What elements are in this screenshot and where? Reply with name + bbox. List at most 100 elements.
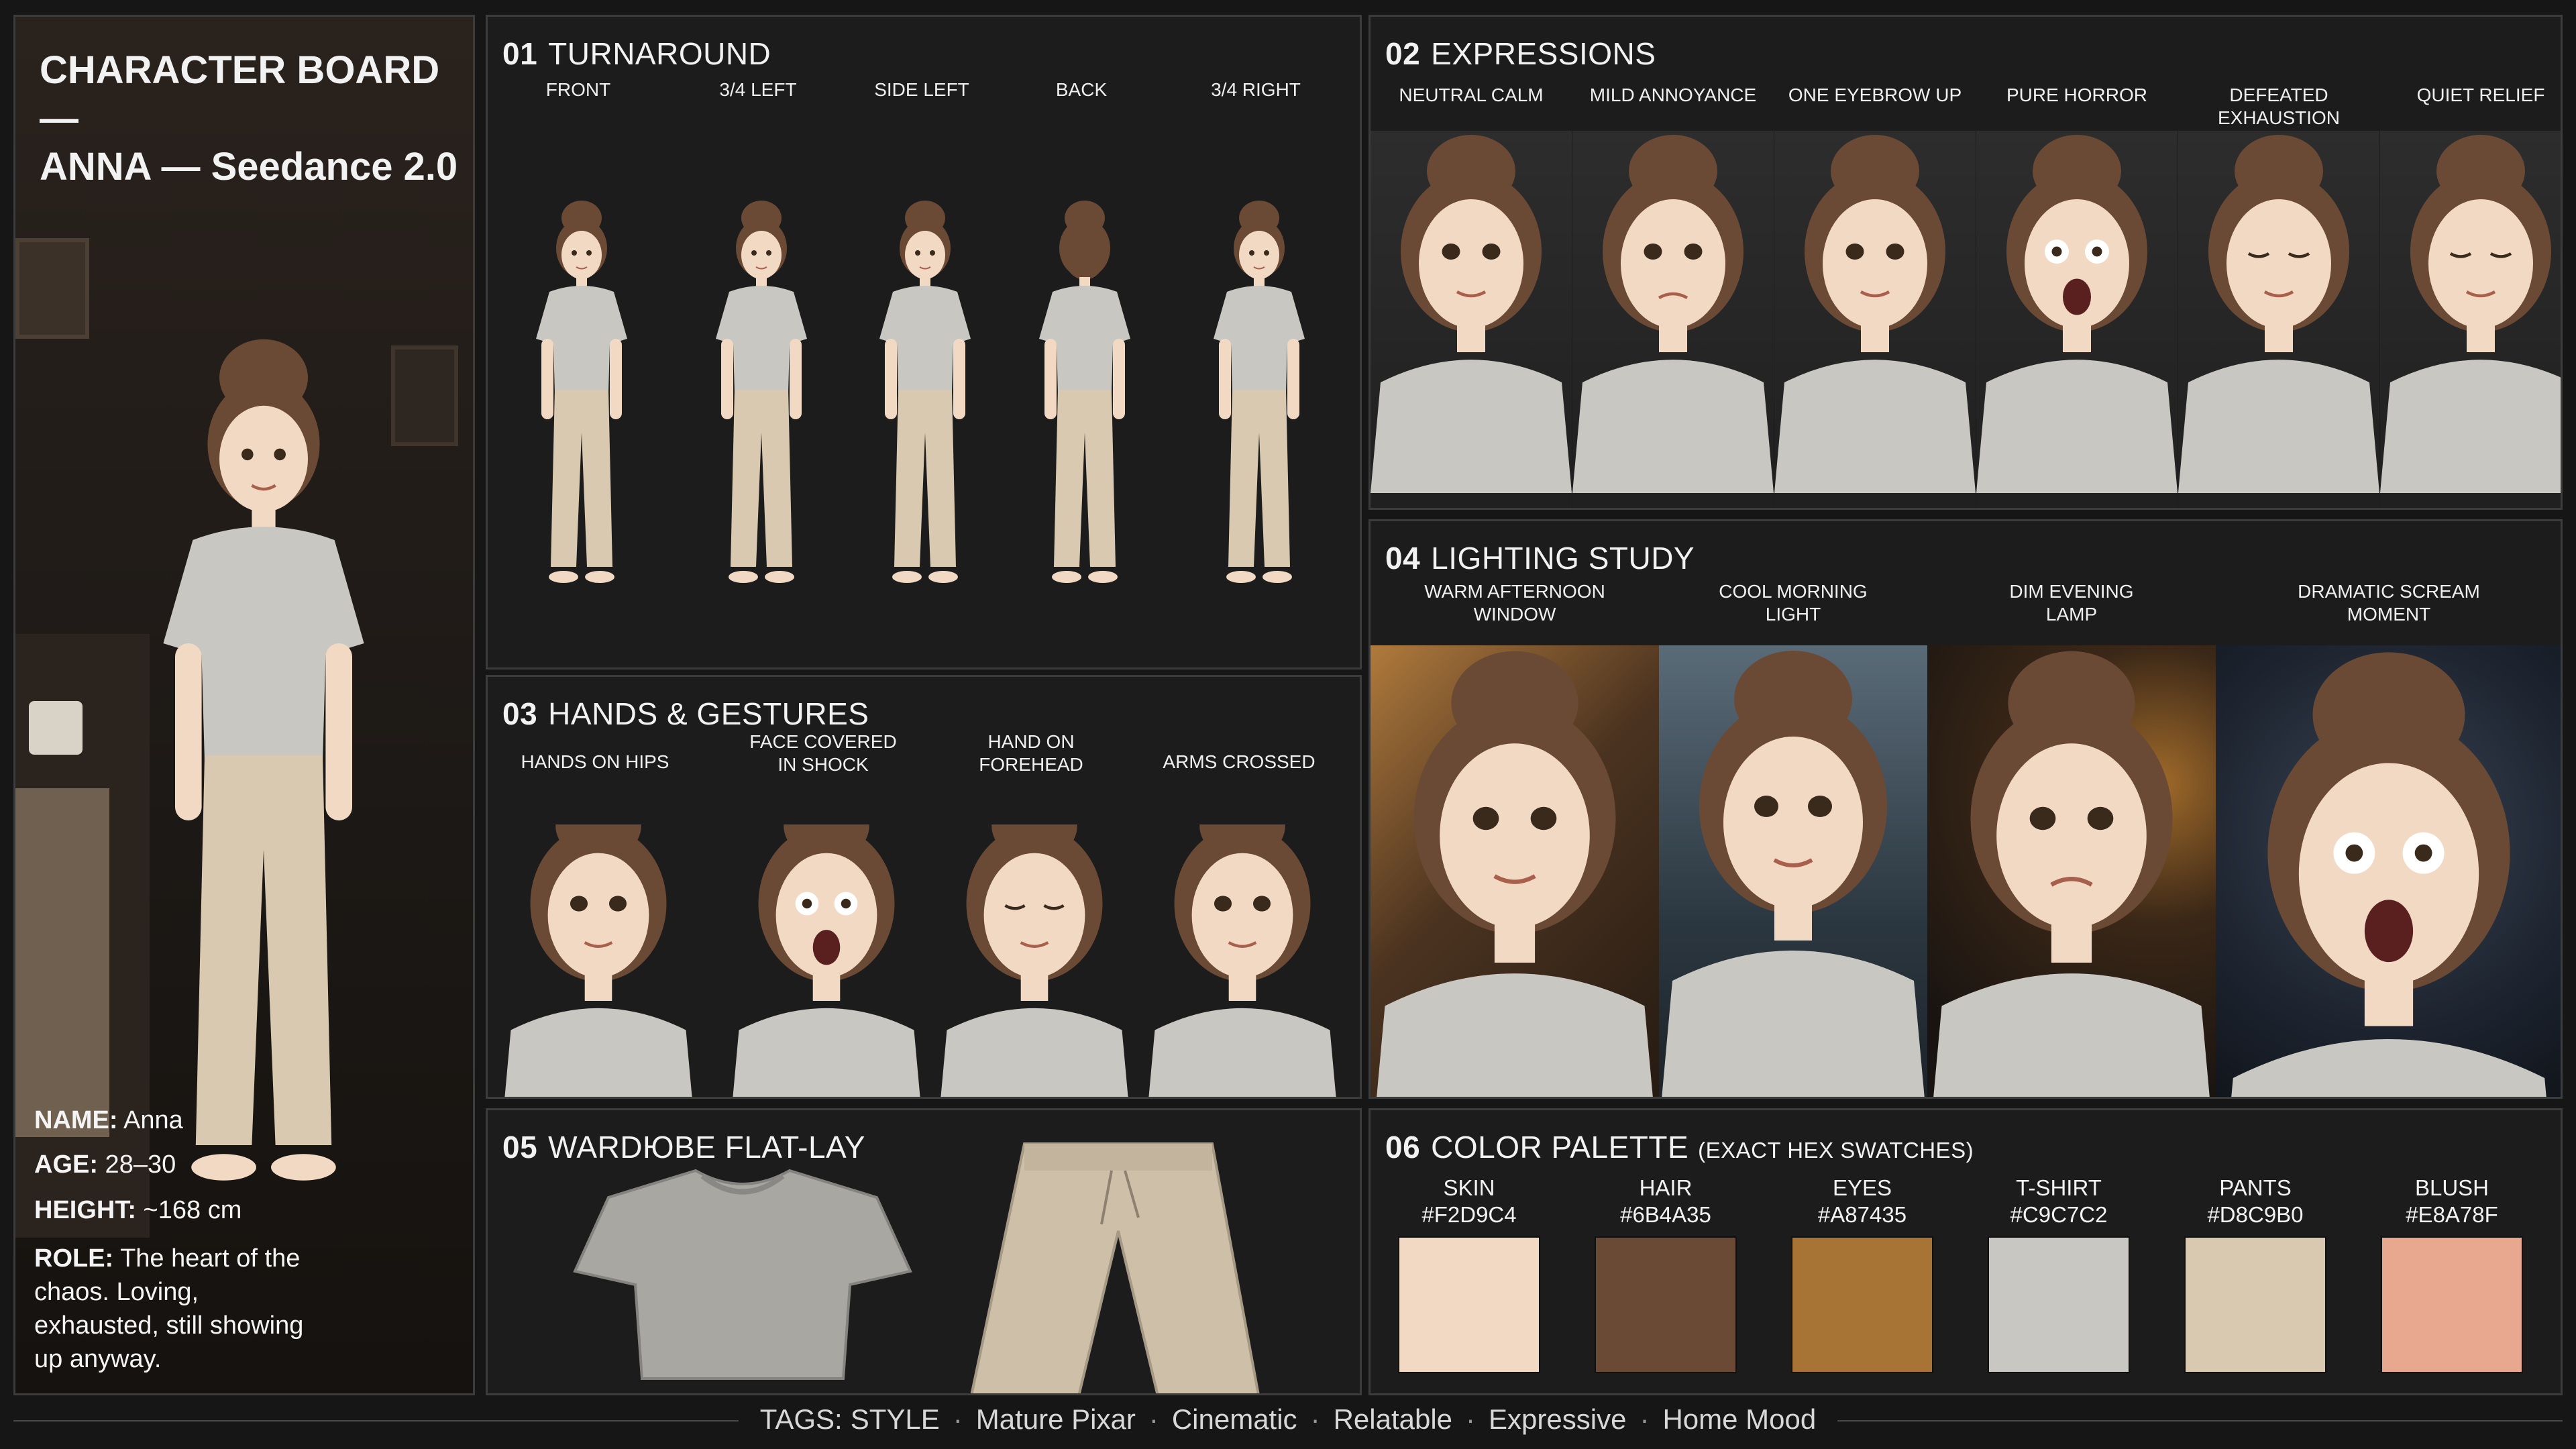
turnaround-label: FRONT (545, 79, 611, 100)
turnaround-label: SIDE LEFT (874, 79, 969, 100)
wardrobe-panel: 05 WARDЮBE FLAT-LAY (486, 1108, 1362, 1395)
pants-flatlay (944, 1130, 1293, 1393)
tag-separator: · (1640, 1403, 1650, 1435)
color-swatch (1398, 1236, 1540, 1373)
swatch-label: BLUSH #E8A78F (2365, 1175, 2539, 1228)
bio-line: ROLE: The heart of the chaos. Loving, ex… (34, 1242, 309, 1376)
gesture-label: HANDS ON HIPS (521, 751, 669, 772)
turnaround-figure (515, 117, 649, 667)
expression-label: DEFEATED EXHAUSTION (2217, 85, 2341, 128)
turnaround-figure (858, 117, 992, 667)
expression-portrait (1572, 131, 1774, 508)
swatch-hex: #D8C9B0 (2207, 1202, 2304, 1227)
panel-title: TURNAROUND (548, 36, 771, 71)
color-swatch (2184, 1236, 2326, 1373)
turnaround-figure (1018, 117, 1152, 667)
blanket (15, 788, 109, 1137)
lighting-portrait (1371, 645, 1659, 1097)
gesture-figure (1145, 824, 1340, 1097)
tag-separator: · (1148, 1403, 1159, 1435)
color-swatch (1791, 1236, 1933, 1373)
turnaround-figure (1192, 117, 1326, 667)
panel-number: 06 (1385, 1130, 1421, 1165)
swatch-name: HAIR (1639, 1175, 1693, 1200)
expression-portrait (1774, 131, 1976, 508)
swatch-name: SKIN (1443, 1175, 1495, 1200)
hands-gestures-panel: 03 HANDS & GESTURES HANDS ON HIPS FACE CO… (486, 675, 1362, 1099)
lighting-label: DIM EVENING LAMP (2009, 581, 2134, 625)
lighting-label: DRAMATIC SCREAM MOMENT (2298, 581, 2480, 625)
expression-label: ONE EYEBROW UP (1788, 85, 1962, 105)
swatch-label: T-SHIRT #C9C7C2 (1972, 1175, 2146, 1228)
panel-number: 02 (1385, 36, 1421, 71)
lighting-label: COOL MORNING LIGHT (1719, 581, 1868, 625)
swatch-name: EYES (1832, 1175, 1892, 1200)
lighting-portrait (1927, 645, 2216, 1097)
bio-key: NAME: (34, 1106, 118, 1134)
panel-number: 04 (1385, 541, 1421, 576)
panel-number: 05 (502, 1130, 538, 1165)
gesture-figure (501, 824, 696, 1097)
expressions-panel: 02 EXPRESSIONS NEUTRAL CALM MILD ANNOYANC… (1368, 15, 2563, 510)
turnaround-label: 3/4 LEFT (719, 79, 797, 100)
bio-value: 28–30 (98, 1150, 176, 1179)
swatch-label: SKIN #F2D9C4 (1382, 1175, 1556, 1228)
bio-line: HEIGHT: ~168 cm (34, 1193, 309, 1227)
bio-value: ~168 cm (136, 1196, 242, 1224)
gesture-label: FACE COVERED IN SHOCK (749, 731, 897, 775)
lighting-study-panel: 04 LIGHTING STUDY WARM AFTERNOON WINDOW C… (1368, 519, 2563, 1099)
tag: Cinematic (1171, 1403, 1297, 1435)
panel-title: COLOR PALETTE (1431, 1130, 1689, 1165)
bio-key: ROLE: (34, 1244, 114, 1273)
bio-value: Anna (117, 1106, 183, 1134)
panel-title: HANDS & GESTURES (548, 696, 869, 731)
bio-key: AGE: (34, 1150, 98, 1179)
swatch-hex: #C9C7C2 (2010, 1202, 2108, 1227)
lighting-portrait (1659, 645, 1927, 1097)
tag: STYLE (850, 1403, 940, 1435)
expression-portrait (2380, 131, 2561, 508)
tag-separator: · (1466, 1403, 1476, 1435)
expression-portrait (2178, 131, 2379, 508)
turnaround-label: BACK (1055, 79, 1108, 100)
bio-line: NAME: Anna (34, 1104, 309, 1137)
expression-label: MILD ANNOYANCE (1589, 85, 1757, 105)
expression-portrait (1976, 131, 2178, 508)
swatch-name: BLUSH (2414, 1175, 2489, 1200)
expression-portrait (1371, 131, 1572, 508)
tag-separator: · (1310, 1403, 1320, 1435)
bio-key: HEIGHT: (34, 1196, 136, 1224)
panel-subtitle: (EXACT HEX SWATCHES) (1698, 1138, 1974, 1163)
swatch-hex: #A87435 (1817, 1202, 1907, 1227)
expression-label: NEUTRAL CALM (1399, 85, 1544, 105)
tag: Expressive (1489, 1403, 1627, 1435)
expression-label: PURE HORROR (2006, 85, 2147, 105)
gesture-label: HAND ON FOREHEAD (979, 731, 1083, 775)
lighting-label: WARM AFTERNOON WINDOW (1424, 581, 1605, 625)
tag: Mature Pixar (975, 1403, 1136, 1435)
tags-label: TAGS: (759, 1403, 843, 1435)
swatch-hex: #E8A78F (2406, 1202, 2498, 1227)
turnaround-panel: 01 TURNAROUND FRONT 3/4 LEFT SIDE LEFT B… (486, 15, 1362, 669)
wall-frame (15, 238, 89, 339)
panel-title: EXPRESSIONS (1431, 36, 1656, 71)
turnaround-label: 3/4 RIGHT (1211, 79, 1301, 100)
swatch-label: PANTS #D8C9B0 (2168, 1175, 2343, 1228)
color-swatch (2381, 1236, 2523, 1373)
mug-icon (29, 701, 83, 755)
bio-line: AGE: 28–30 (34, 1148, 309, 1181)
swatch-hex: #6B4A35 (1620, 1202, 1711, 1227)
panel-number: 01 (502, 36, 538, 71)
gesture-label: ARMS CROSSED (1163, 751, 1316, 772)
gesture-figure (729, 824, 924, 1097)
tag: Home Mood (1662, 1403, 1817, 1435)
tshirt-flatlay (568, 1157, 917, 1393)
gesture-figure (937, 824, 1132, 1097)
tags-bar: TAGS: STYLE · Mature Pixar · Cinematic · Relata… (0, 1403, 2576, 1436)
color-palette-panel: 06 COLOR PALETTE (EXACT HEX SWATCHES) SKIN… (1368, 1108, 2563, 1395)
turnaround-figure (694, 117, 828, 667)
hero-panel: CHARACTER BOARD — ANNA — Seedance 2.0 NA… (13, 15, 475, 1395)
lighting-portrait (2216, 645, 2561, 1097)
tag: Relatable (1333, 1403, 1453, 1435)
swatch-label: EYES #A87435 (1775, 1175, 1949, 1228)
